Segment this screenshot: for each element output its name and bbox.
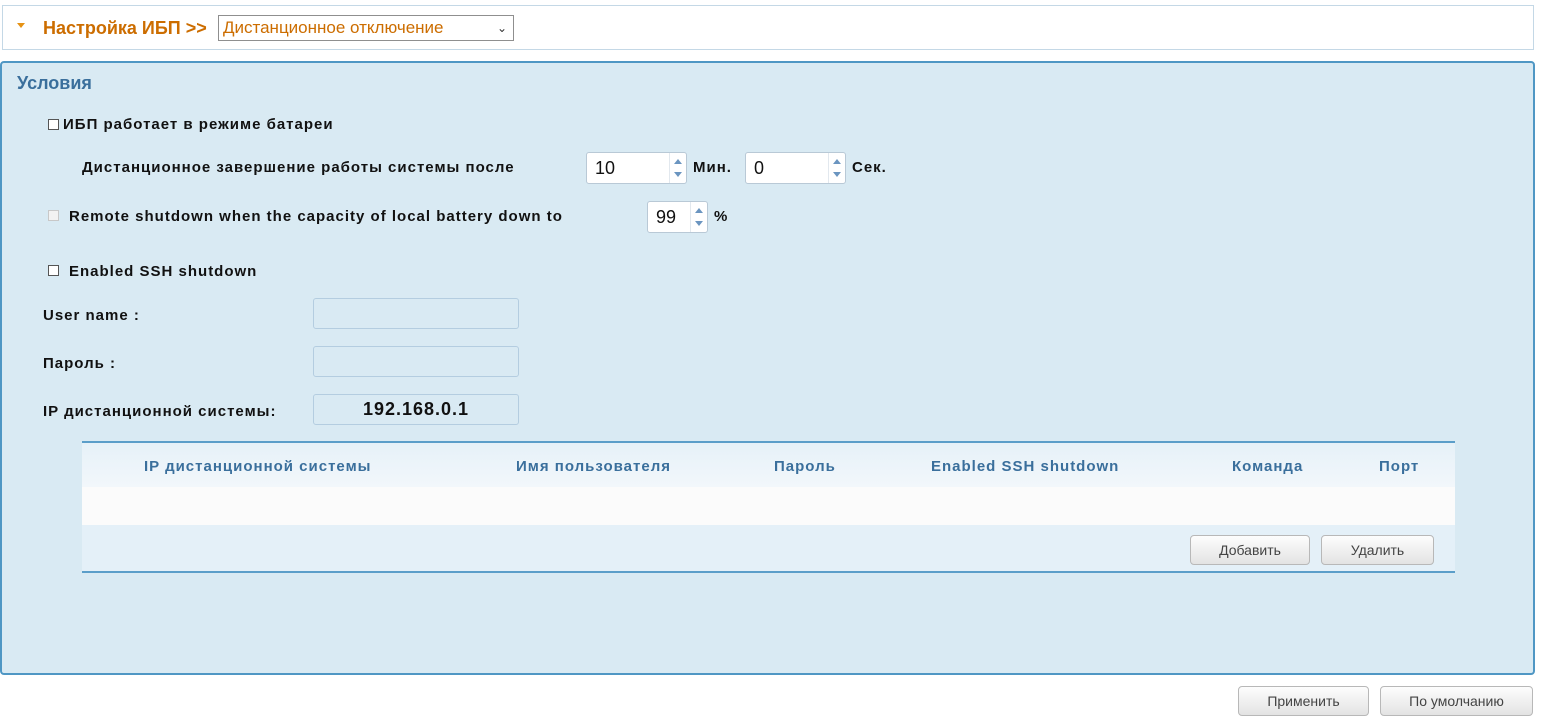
column-header-username: Имя пользователя xyxy=(516,458,671,475)
password-label: Пароль : xyxy=(43,355,116,372)
minutes-unit: Мин. xyxy=(693,159,732,176)
table-button-row: Добавить Удалить xyxy=(82,525,1455,571)
seconds-value: 0 xyxy=(754,158,765,178)
column-header-port: Порт xyxy=(1379,458,1420,475)
page-title: Настройка ИБП >> xyxy=(43,18,207,38)
minutes-value: 10 xyxy=(595,158,616,178)
ip-label: IP дистанционной системы: xyxy=(43,403,277,420)
ssh-label: Enabled SSH shutdown xyxy=(69,263,258,280)
collapse-arrow-icon[interactable] xyxy=(17,23,25,28)
spin-down-icon[interactable] xyxy=(695,221,703,226)
password-field[interactable] xyxy=(313,346,519,377)
table-header: IP дистанционной системы Имя пользовател… xyxy=(82,443,1455,487)
spin-up-icon[interactable] xyxy=(674,159,682,164)
delete-button[interactable]: Удалить xyxy=(1321,535,1434,565)
mode-select[interactable]: Дистанционное отключение ⌄ xyxy=(218,15,514,41)
capacity-unit: % xyxy=(714,208,729,225)
seconds-spinner[interactable]: 0 xyxy=(745,152,846,184)
conditions-panel: Условия ИБП работает в режиме батареи Ди… xyxy=(0,61,1535,675)
capacity-label: Remote shutdown when the capacity of loc… xyxy=(69,208,563,225)
capacity-value: 99 xyxy=(656,207,677,227)
mode-select-value: Дистанционное отключение xyxy=(223,18,444,37)
table-row xyxy=(82,487,1455,525)
username-label: User name : xyxy=(43,307,140,324)
column-header-command: Команда xyxy=(1232,458,1304,475)
ssh-checkbox[interactable] xyxy=(48,265,59,276)
battery-mode-label: ИБП работает в режиме батареи xyxy=(63,116,334,133)
spin-up-icon[interactable] xyxy=(833,159,841,164)
column-header-password: Пароль xyxy=(774,458,836,475)
apply-button[interactable]: Применить xyxy=(1238,686,1369,716)
spin-down-icon[interactable] xyxy=(833,172,841,177)
section-title: Условия xyxy=(17,73,92,93)
column-header-ip: IP дистанционной системы xyxy=(144,458,372,475)
column-header-ssh: Enabled SSH shutdown xyxy=(931,458,1120,475)
seconds-unit: Сек. xyxy=(852,159,887,176)
chevron-down-icon: ⌄ xyxy=(496,21,507,35)
battery-mode-checkbox[interactable] xyxy=(48,119,59,130)
ip-field[interactable]: 192.168.0.1 xyxy=(313,394,519,425)
spin-down-icon[interactable] xyxy=(674,172,682,177)
default-button[interactable]: По умолчанию xyxy=(1380,686,1533,716)
remote-systems-table: IP дистанционной системы Имя пользовател… xyxy=(82,441,1455,573)
minutes-spinner[interactable]: 10 xyxy=(586,152,687,184)
header-bar: Настройка ИБП >> Дистанционное отключени… xyxy=(2,5,1534,50)
add-button[interactable]: Добавить xyxy=(1190,535,1310,565)
shutdown-after-label: Дистанционное завершение работы системы … xyxy=(82,159,515,176)
spin-up-icon[interactable] xyxy=(695,208,703,213)
capacity-checkbox[interactable] xyxy=(48,210,59,221)
capacity-spinner[interactable]: 99 xyxy=(647,201,708,233)
username-field[interactable] xyxy=(313,298,519,329)
